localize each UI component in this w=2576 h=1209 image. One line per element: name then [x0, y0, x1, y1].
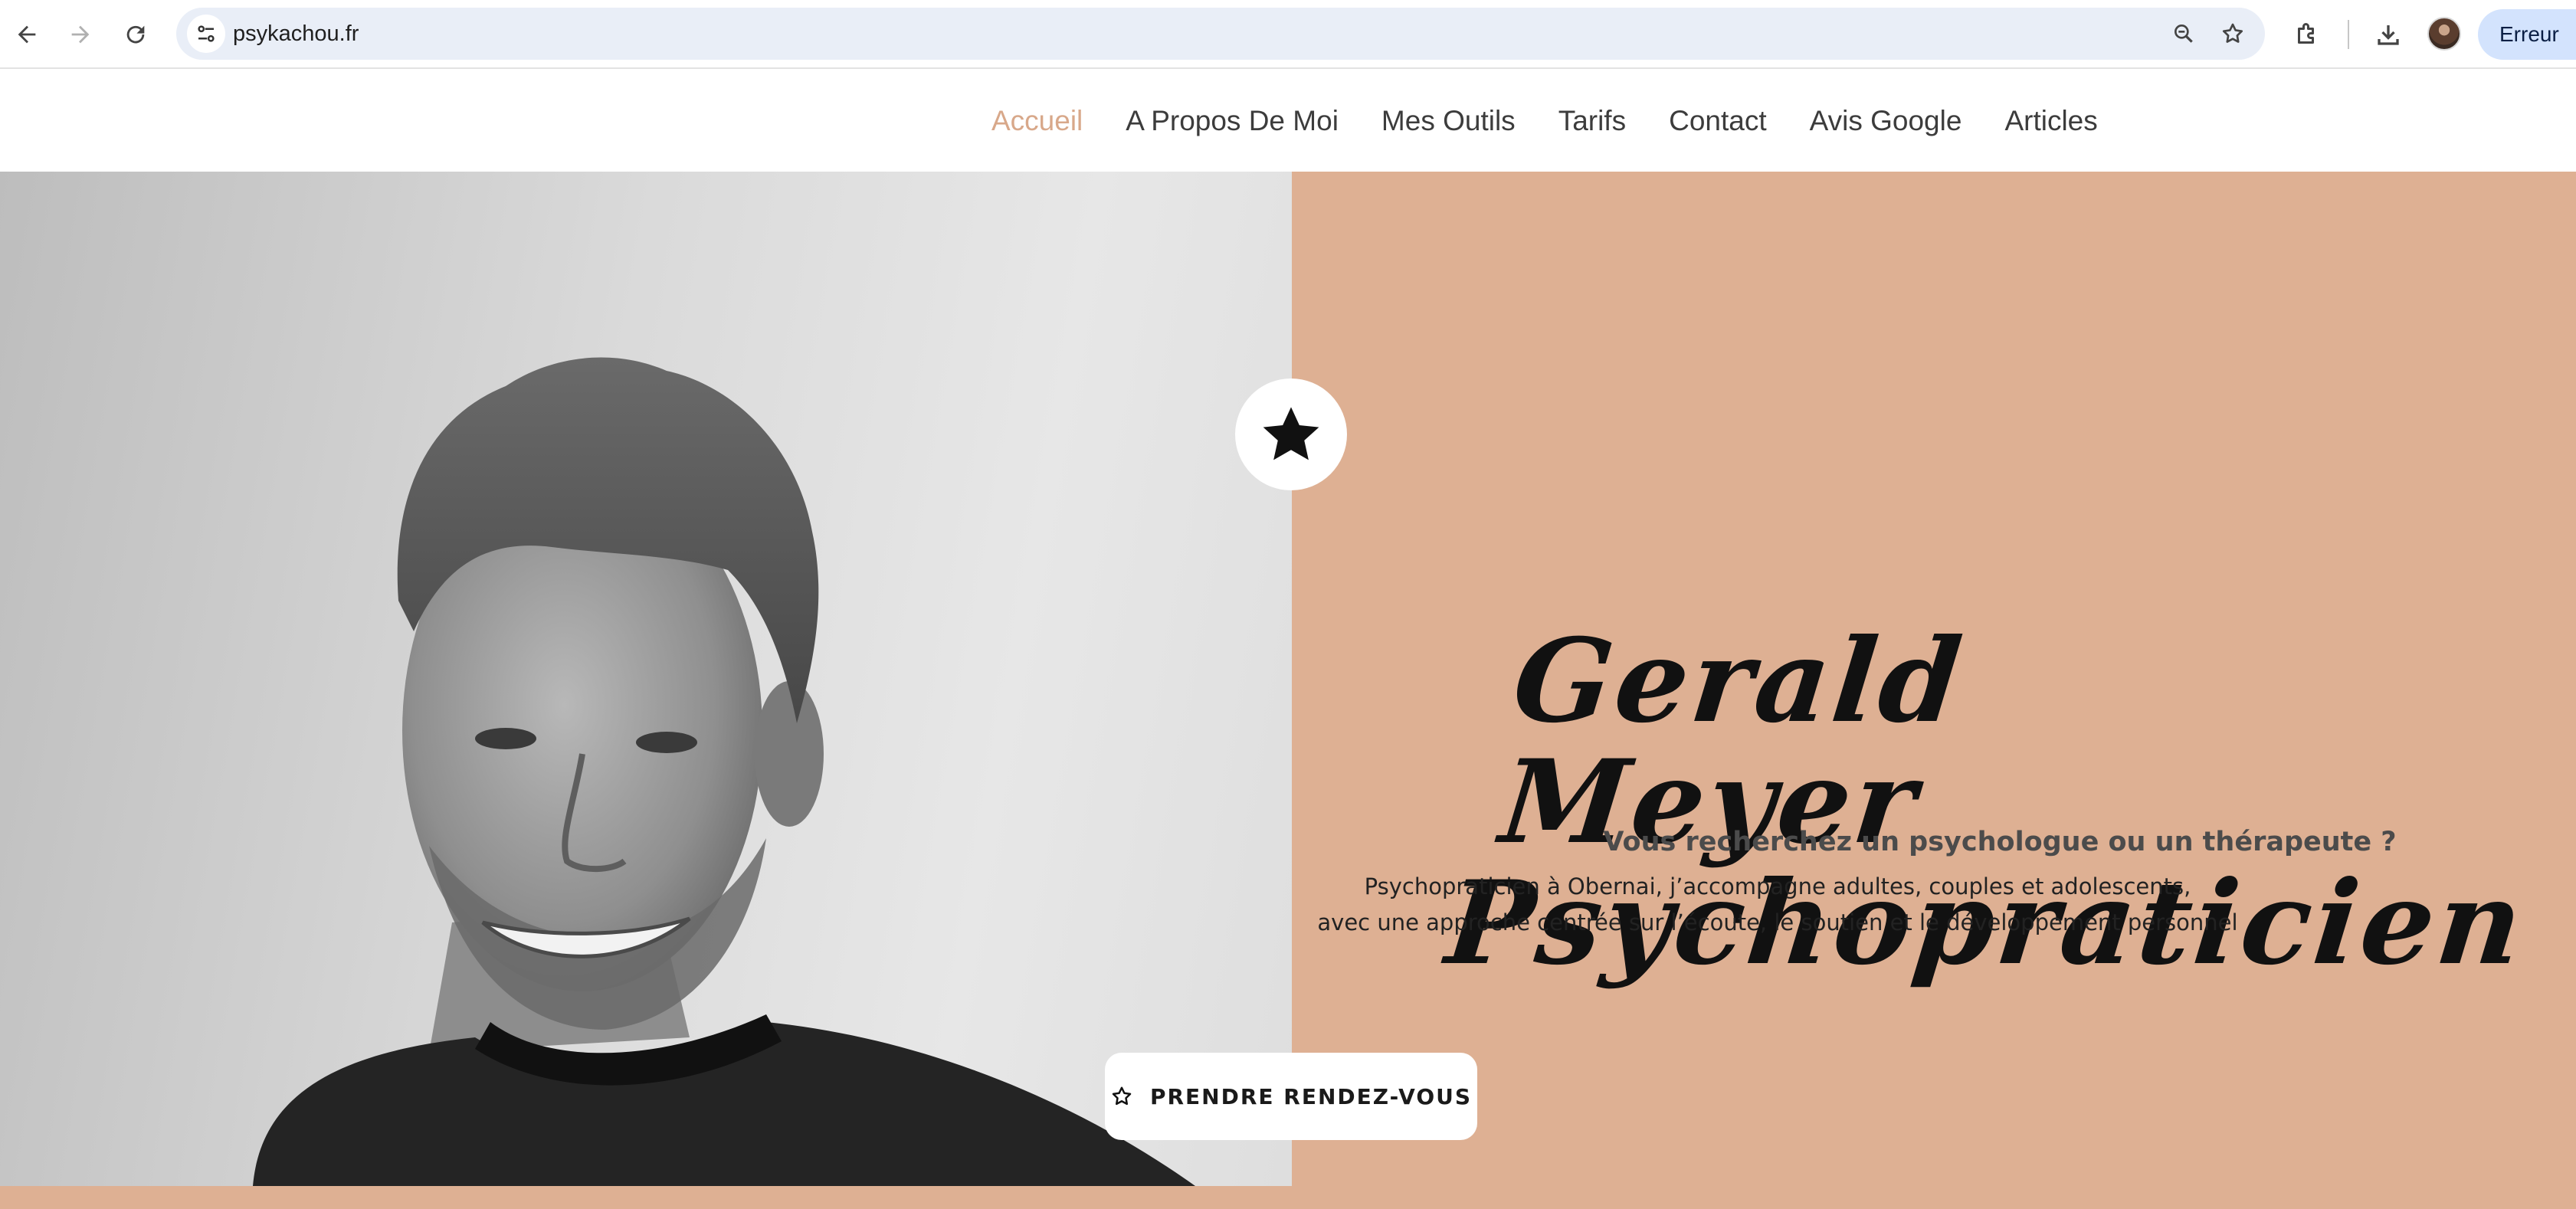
- reload-button[interactable]: [116, 15, 155, 54]
- reload-icon: [126, 25, 145, 44]
- forward-button[interactable]: [61, 15, 100, 54]
- portrait-illustration: [253, 357, 1195, 1186]
- download-icon: [2378, 25, 2399, 45]
- hero-intro-line-2: avec une approche centrée sur l’écoute, …: [1317, 909, 2238, 935]
- nav-item-avis-google[interactable]: Avis Google: [1810, 105, 1962, 137]
- star-outline-icon: [2222, 23, 2243, 43]
- book-appointment-button[interactable]: PRENDRE RENDEZ-VOUS: [1105, 1053, 1477, 1140]
- nav-item-mes-outils[interactable]: Mes Outils: [1381, 105, 1516, 137]
- nav-item-a-propos[interactable]: A Propos De Moi: [1126, 105, 1339, 137]
- zoom-icon: [2175, 24, 2193, 43]
- star-filled-icon: [1263, 407, 1319, 460]
- extensions-button[interactable]: [2288, 15, 2326, 54]
- bookmark-button[interactable]: [2216, 17, 2250, 51]
- downloads-button[interactable]: [2369, 15, 2407, 54]
- arrow-left-icon: [18, 25, 36, 44]
- book-appointment-label: PRENDRE RENDEZ-VOUS: [1149, 1083, 1473, 1109]
- address-bar[interactable]: psykachou.fr: [176, 8, 2265, 60]
- nav-item-articles[interactable]: Articles: [2004, 105, 2097, 137]
- star-badge: [1235, 378, 1347, 490]
- url-text[interactable]: psykachou.fr: [233, 8, 359, 60]
- arrow-right-icon: [71, 25, 90, 44]
- hero-intro: Psychopraticien à Obernai, j’accompagne …: [1310, 869, 2245, 941]
- tune-icon: [198, 25, 215, 42]
- site-header: Accueil A Propos De Moi Mes Outils Tarif…: [0, 70, 2576, 172]
- zoom-button[interactable]: [2167, 17, 2201, 51]
- profile-error-chip[interactable]: Erreur: [2478, 9, 2576, 60]
- profile-avatar[interactable]: [2427, 17, 2461, 51]
- hero-subtitle: Vous recherchez un psychologue ou un thé…: [1603, 827, 2397, 857]
- nav-item-tarifs[interactable]: Tarifs: [1558, 105, 1626, 137]
- back-button[interactable]: [8, 15, 46, 54]
- main-nav: Accueil A Propos De Moi Mes Outils Tarif…: [991, 70, 2098, 172]
- hero-intro-line-1: Psychopraticien à Obernai, j’accompagne …: [1364, 873, 2191, 899]
- puzzle-icon: [2298, 23, 2314, 44]
- hero-bottom-strip: [0, 1186, 2576, 1209]
- toolbar-divider: [2348, 20, 2349, 49]
- nav-item-accueil[interactable]: Accueil: [991, 105, 1083, 137]
- star-outline-icon: [1112, 1086, 1132, 1106]
- site-info-button[interactable]: [187, 15, 225, 53]
- browser-toolbar: psykachou.fr Erreur: [0, 0, 2576, 69]
- portrait-photo: [0, 172, 1292, 1186]
- nav-item-contact[interactable]: Contact: [1669, 105, 1767, 137]
